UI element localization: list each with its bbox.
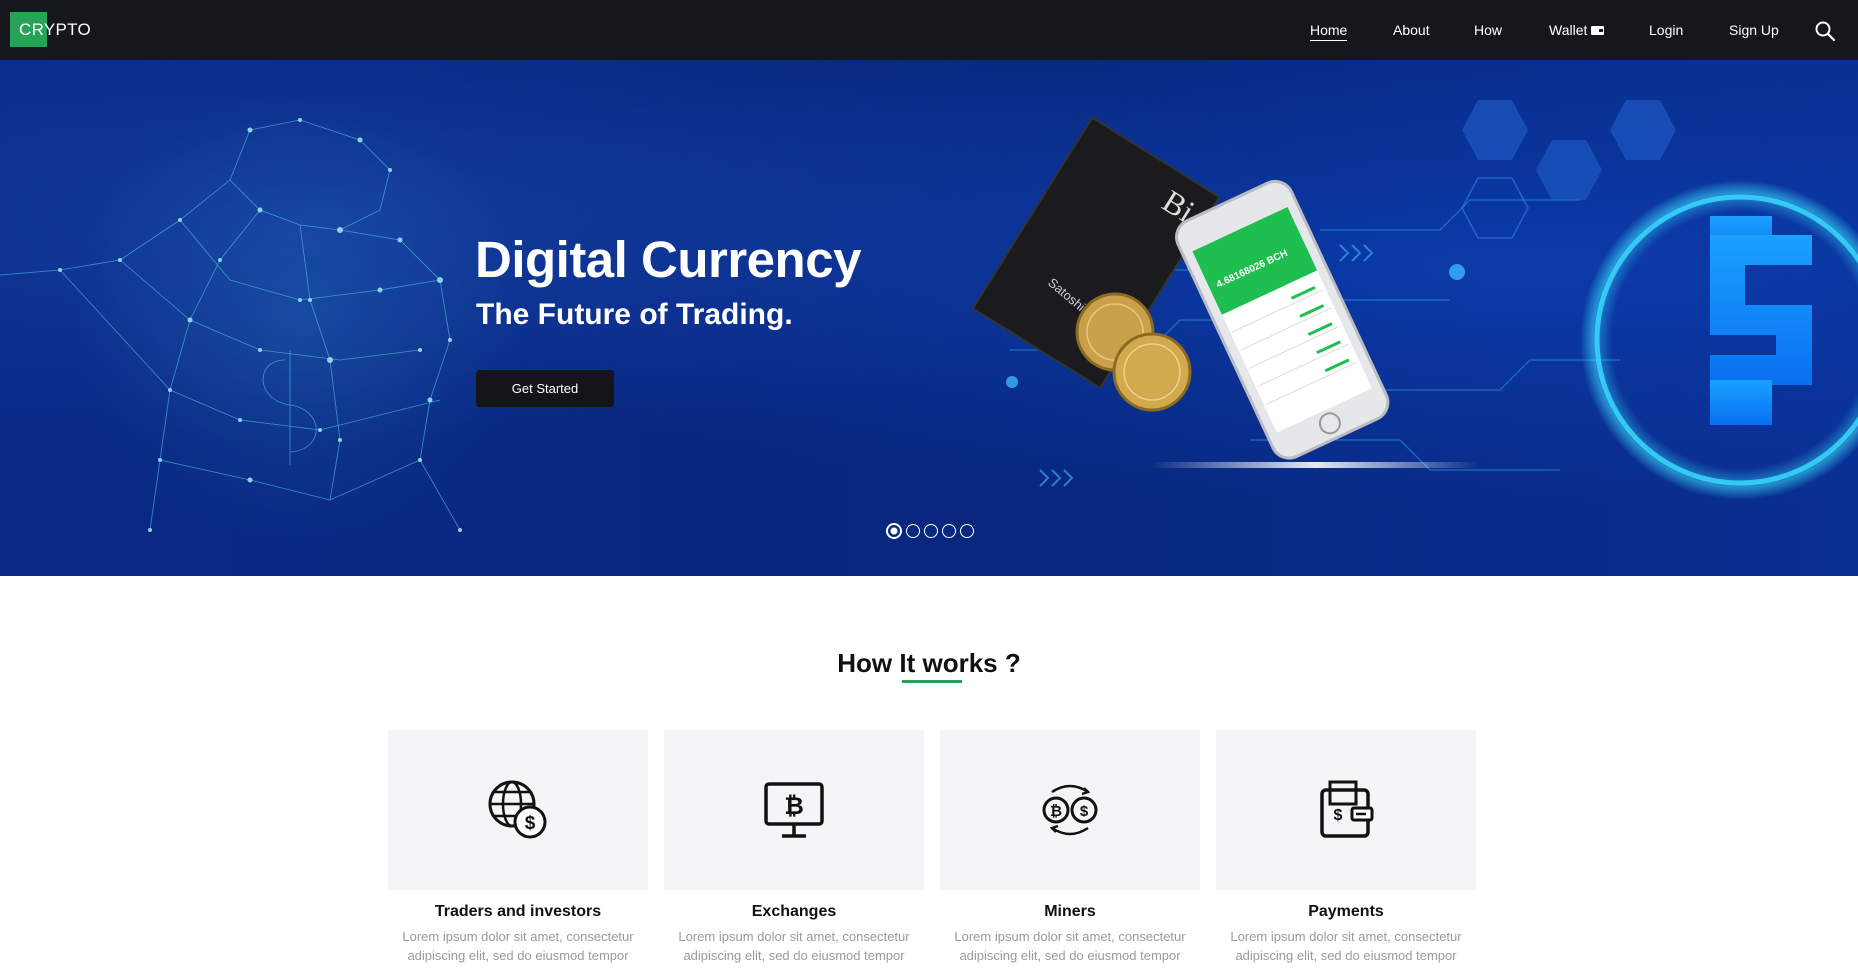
card-image-box: ₿ $ [940,730,1200,890]
nav-link-login[interactable]: Login [1649,22,1683,38]
card-title: Miners [1044,903,1096,920]
card-image-box: $ [1216,730,1476,890]
carousel-dot[interactable] [942,524,956,538]
nav-link-how[interactable]: How [1474,22,1502,38]
card-title: Traders and investors [434,903,602,920]
svg-text:$: $ [1080,803,1089,820]
card-text: Lorem ipsum dolor sit amet, consectetur … [402,929,634,963]
network-money-bag [0,90,530,550]
carousel-indicators [886,523,978,539]
card-title: Exchanges [751,903,837,920]
wallet-dollar-icon: $ [1320,780,1374,838]
search-icon[interactable] [1814,20,1836,42]
card-text: Lorem ipsum dolor sit amet, consectetur … [1230,929,1462,963]
nav-link-wallet-label: Wallet [1549,22,1588,38]
bitcoin-dollar-exchange-icon: ₿ $ [1042,784,1098,836]
nav-link-signup[interactable]: Sign Up [1729,22,1779,38]
logo-text: CRYPTO [19,19,92,39]
wallet-icon [1591,25,1605,35]
card-payments: $ Payments Lorem ipsum dolor sit amet, c… [1216,730,1476,965]
get-started-button[interactable]: Get Started [476,370,614,407]
nav-link-wallet[interactable]: Wallet [1549,22,1605,38]
card-image-box: $ [388,730,648,890]
carousel-dot[interactable] [886,523,902,539]
top-navbar: CRYPTO Home About How Wallet Login Sign … [0,0,1858,60]
card-text: Lorem ipsum dolor sit amet, consectetur … [678,929,910,963]
globe-dollar-icon: $ [488,780,547,839]
carousel-dot[interactable] [906,524,920,538]
card-exchanges: ₿ Exchanges Lorem ipsum dolor sit amet, … [664,730,924,965]
svg-text:₿: ₿ [784,792,804,820]
title-underline [902,680,962,683]
hero-illustration: Bi Satoshi Nakamoto 4.68168026 BCH [0,90,1858,550]
card-traders: $ Traders and investors Lorem ipsum dolo… [388,730,648,965]
carousel-dot[interactable] [960,524,974,538]
card-image-box: ₿ [664,730,924,890]
monitor-bitcoin-icon: ₿ [764,782,824,838]
hero-subtitle: The Future of Trading. [476,298,793,331]
hero-title: Digital Currency [475,231,861,288]
svg-text:$: $ [1334,807,1343,824]
svg-text:₿: ₿ [1050,802,1062,820]
svg-text:$: $ [525,813,536,834]
card-title: Payments [1308,903,1384,920]
carousel-dot[interactable] [924,524,938,538]
card-miners: ₿ $ Miners Lorem ipsum dolor sit amet, c… [940,730,1200,965]
hero-banner: Bi Satoshi Nakamoto 4.68168026 BCH Digit… [0,60,1858,576]
nav-link-about[interactable]: About [1393,22,1430,38]
card-text: Lorem ipsum dolor sit amet, consectetur … [954,929,1186,963]
logo[interactable]: CRYPTO [10,12,91,47]
section-title-how-it-works: How It works ? [837,648,1021,678]
nav-link-home[interactable]: Home [1310,22,1348,41]
